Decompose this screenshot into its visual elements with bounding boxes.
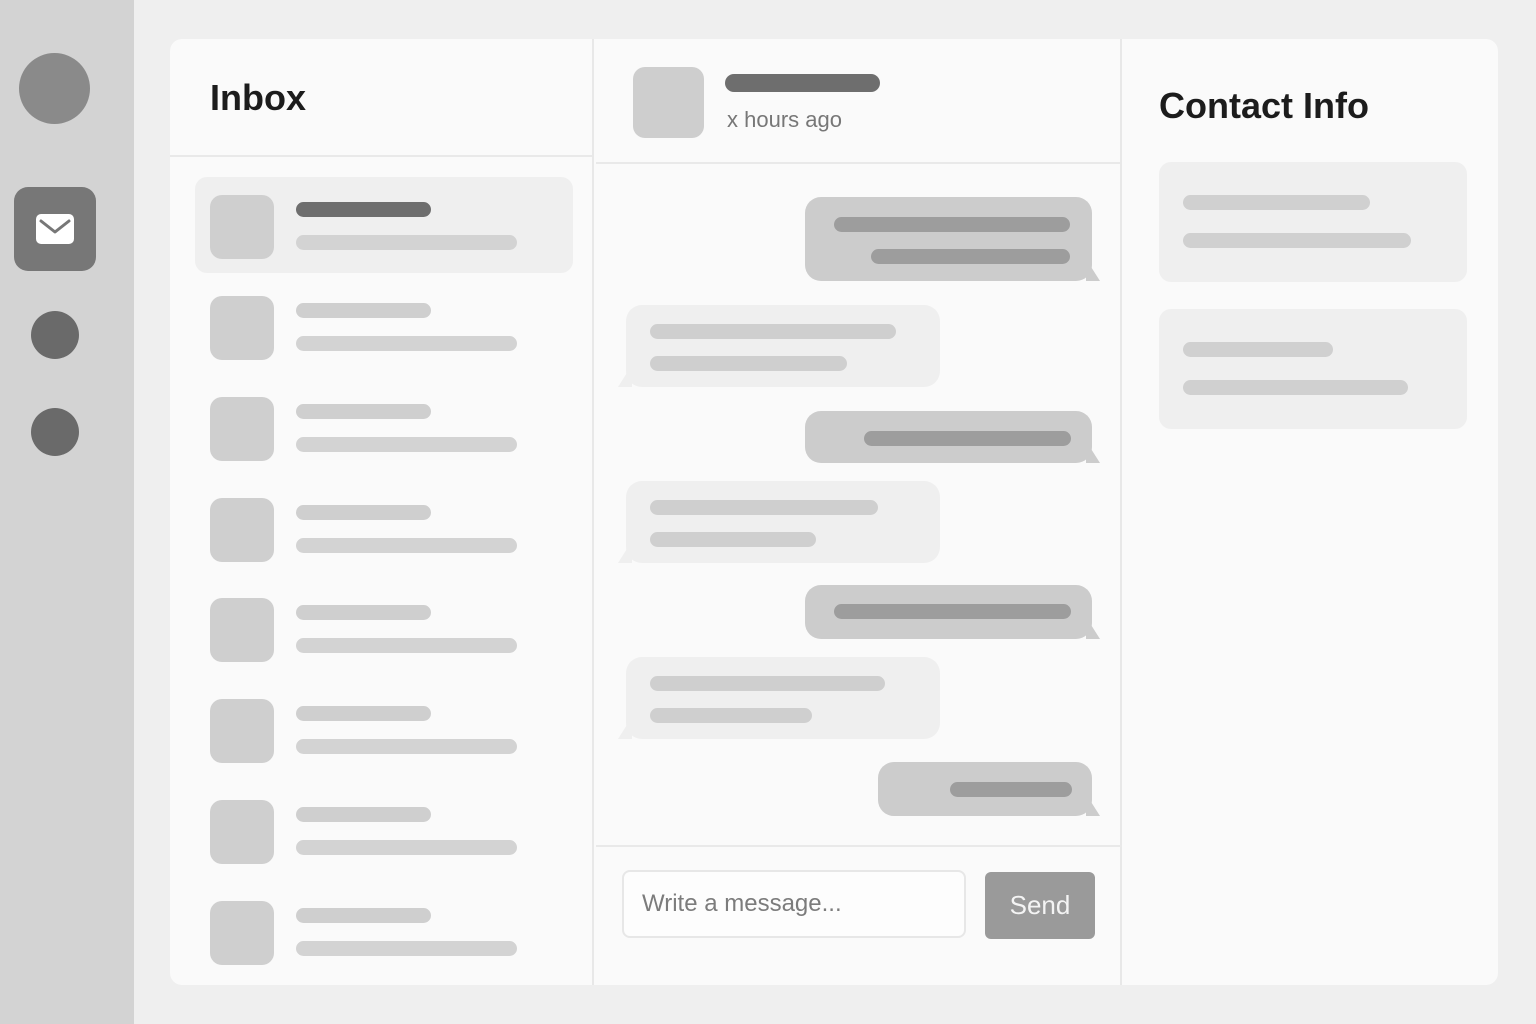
chat-panel: x hours ago Send — [596, 39, 1122, 985]
conversation-name-placeholder — [296, 202, 431, 217]
mail-nav-button[interactable] — [14, 187, 96, 271]
conversation-name-placeholder — [296, 908, 431, 923]
conversation-preview-placeholder — [296, 840, 517, 855]
conversation-item[interactable] — [195, 883, 573, 979]
conversation-item[interactable] — [195, 580, 573, 676]
conversation-preview-placeholder — [296, 941, 517, 956]
message-composer: Send — [596, 845, 1122, 985]
envelope-icon — [36, 214, 74, 244]
conversation-avatar — [210, 397, 274, 461]
conversation-item[interactable] — [195, 782, 573, 878]
conversation-item[interactable] — [195, 379, 573, 475]
contact-info-card — [1159, 309, 1467, 429]
conversation-item[interactable] — [195, 681, 573, 777]
message-bubble-incoming — [618, 481, 940, 563]
conversation-item[interactable] — [195, 480, 573, 576]
conversation-avatar — [210, 598, 274, 662]
conversation-name-placeholder — [296, 605, 431, 620]
nav-item-2[interactable] — [31, 311, 79, 359]
message-bubble-outgoing — [805, 411, 1100, 463]
conversation-avatar — [210, 800, 274, 864]
message-bubble-incoming — [618, 657, 940, 739]
contact-info-card — [1159, 162, 1467, 282]
chat-contact-name-placeholder — [725, 74, 880, 92]
chat-contact-avatar[interactable] — [633, 67, 704, 138]
left-rail — [0, 0, 134, 1024]
inbox-panel: Inbox — [170, 39, 594, 985]
message-bubble-incoming — [618, 305, 940, 387]
contact-info-title: Contact Info — [1159, 85, 1369, 126]
message-bubble-outgoing — [805, 197, 1100, 281]
message-bubble-outgoing — [878, 762, 1100, 816]
conversation-name-placeholder — [296, 505, 431, 520]
conversation-name-placeholder — [296, 303, 431, 318]
conversation-avatar — [210, 498, 274, 562]
conversation-preview-placeholder — [296, 638, 517, 653]
send-button[interactable]: Send — [985, 872, 1095, 939]
conversation-name-placeholder — [296, 807, 431, 822]
conversation-item[interactable] — [195, 177, 573, 273]
conversation-preview-placeholder — [296, 739, 517, 754]
inbox-title: Inbox — [210, 77, 306, 118]
conversation-preview-placeholder — [296, 437, 517, 452]
conversation-preview-placeholder — [296, 538, 517, 553]
contact-panel: Contact Info — [1124, 39, 1498, 985]
nav-item-3[interactable] — [31, 408, 79, 456]
conversation-avatar — [210, 699, 274, 763]
conversation-item[interactable] — [195, 278, 573, 374]
message-bubble-outgoing — [805, 585, 1100, 639]
conversation-preview-placeholder — [296, 336, 517, 351]
conversation-name-placeholder — [296, 706, 431, 721]
message-input[interactable] — [622, 870, 966, 938]
inbox-header: Inbox — [170, 39, 592, 157]
conversation-name-placeholder — [296, 404, 431, 419]
main-card: Inbox x hours ago Write a message... Sen… — [170, 39, 1498, 985]
conversation-avatar — [210, 296, 274, 360]
chat-header: x hours ago — [596, 39, 1120, 164]
chat-last-seen: x hours ago — [727, 107, 842, 132]
conversation-preview-placeholder — [296, 235, 517, 250]
conversation-avatar — [210, 901, 274, 965]
conversation-avatar — [210, 195, 274, 259]
profile-avatar[interactable] — [19, 53, 90, 124]
